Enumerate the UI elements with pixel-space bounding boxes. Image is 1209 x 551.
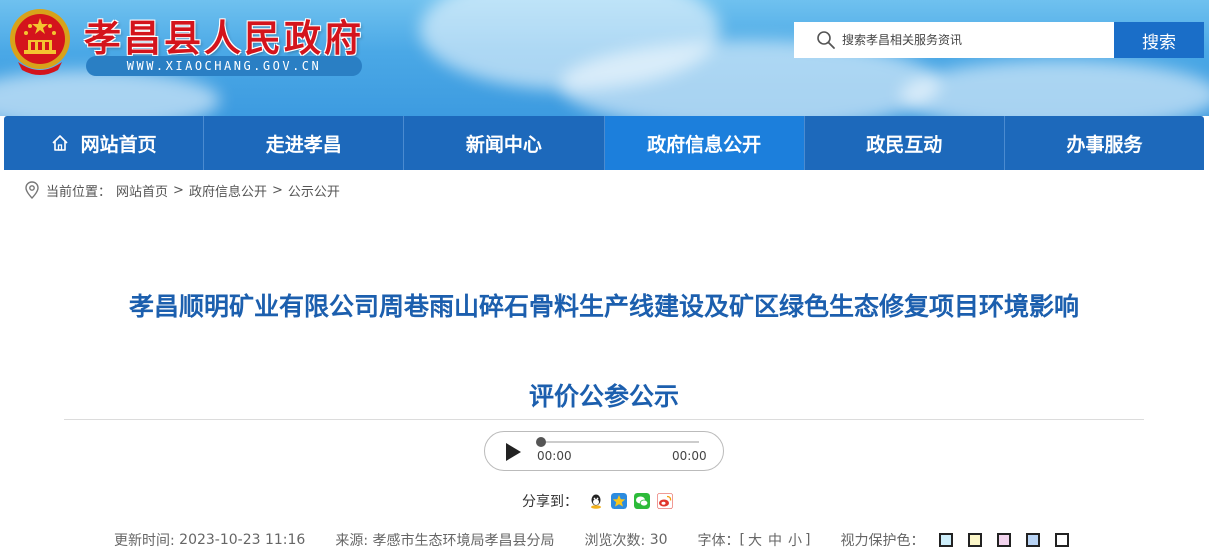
- play-button-icon[interactable]: [503, 442, 523, 462]
- breadcrumb-separator: >: [271, 182, 283, 198]
- nav-item-about[interactable]: 走进孝昌: [204, 116, 405, 170]
- font-size-bracket-close: ]: [804, 532, 811, 548]
- font-size-large[interactable]: 大: [748, 530, 762, 550]
- source-label: 来源:: [335, 533, 369, 549]
- vision-color-swatch[interactable]: [1055, 533, 1070, 547]
- search-input[interactable]: [842, 33, 1102, 47]
- vision-color-swatch[interactable]: [1026, 533, 1041, 547]
- national-emblem-icon: [10, 9, 70, 75]
- nav-item-label: 政府信息公开: [647, 133, 762, 156]
- nav-item-label: 政民互动: [866, 133, 943, 156]
- vision-color-swatch[interactable]: [968, 533, 983, 547]
- views-label: 浏览次数:: [584, 533, 646, 549]
- breadcrumb-item-notices[interactable]: 公示公开: [288, 181, 340, 200]
- vision-color-label: 视力保护色：: [840, 533, 925, 549]
- updated-value: 2023-10-23 11:16: [179, 532, 306, 548]
- search-icon: [817, 31, 835, 49]
- wechat-icon[interactable]: [634, 493, 650, 509]
- nav-item-label: 走进孝昌: [265, 133, 342, 156]
- audio-player: 00:00 00:00: [484, 431, 724, 471]
- views-value: 30: [649, 532, 668, 548]
- audio-current-time: 00:00: [537, 449, 572, 463]
- site-title[interactable]: 孝昌县人民政府: [84, 8, 364, 62]
- font-size-bracket-open: [: [739, 532, 745, 548]
- breadcrumb-item-home[interactable]: 网站首页: [116, 181, 168, 200]
- audio-progress-track[interactable]: [539, 441, 699, 443]
- nav-item-label: 办事服务: [1066, 133, 1143, 156]
- content-panel: 当前位置： 网站首页 > 政府信息公开 > 公示公开 孝昌顺明矿业有限公司周巷雨…: [4, 170, 1204, 551]
- nav-item-news[interactable]: 新闻中心: [404, 116, 605, 170]
- home-icon: [52, 135, 68, 151]
- vision-color-swatch[interactable]: [939, 533, 954, 547]
- updated-label: 更新时间:: [114, 533, 175, 549]
- breadcrumb-item-gov-info[interactable]: 政府信息公开: [189, 181, 267, 200]
- share-label: 分享到：: [522, 494, 578, 510]
- font-size-label: 字体：: [697, 533, 740, 549]
- breadcrumb-separator: >: [173, 182, 184, 198]
- font-size-small[interactable]: 小: [788, 530, 802, 550]
- nav-item-gov-info[interactable]: 政府信息公开: [604, 116, 805, 170]
- nav-item-services[interactable]: 办事服务: [1005, 116, 1204, 170]
- nav-item-home[interactable]: 网站首页: [4, 116, 205, 170]
- breadcrumb: 当前位置： 网站首页 > 政府信息公开 > 公示公开: [24, 180, 345, 200]
- location-pin-icon: [25, 181, 39, 199]
- breadcrumb-prefix: 当前位置：: [46, 184, 112, 200]
- audio-total-time: 00:00: [672, 449, 707, 463]
- weibo-icon[interactable]: [657, 493, 673, 509]
- title-divider: [64, 419, 1144, 420]
- main-nav: 网站首页 走进孝昌 新闻中心 政府信息公开 政民互动 办事服务: [4, 116, 1204, 170]
- search-box: [794, 22, 1115, 58]
- nav-item-label: 新闻中心: [465, 133, 542, 156]
- site-url: WWW.XIAOCHANG.GOV.CN: [86, 56, 362, 76]
- qq-icon[interactable]: [588, 493, 604, 509]
- share-bar: 分享到：: [522, 490, 680, 512]
- nav-item-interaction[interactable]: 政民互动: [805, 116, 1005, 170]
- article-meta: 更新时间: 2023-10-23 11:16 来源: 孝感市生态环境局孝昌县分局…: [114, 530, 1070, 550]
- article-title-line-1: 孝昌顺明矿业有限公司周巷雨山碎石骨料生产线建设及矿区绿色生态修复项目环境影响: [128, 292, 1079, 321]
- header-banner: 孝昌县人民政府 WWW.XIAOCHANG.GOV.CN: [0, 0, 1209, 116]
- article-title-line-2: 评价公参公示: [528, 382, 679, 411]
- qzone-icon[interactable]: [611, 493, 627, 509]
- font-size-medium[interactable]: 中: [768, 530, 782, 550]
- vision-color-swatch[interactable]: [997, 533, 1012, 547]
- search-button[interactable]: 搜索: [1114, 22, 1204, 58]
- source-value: 孝感市生态环境局孝昌县分局: [372, 533, 555, 549]
- nav-item-label: 网站首页: [80, 133, 157, 156]
- article-title: 孝昌顺明矿业有限公司周巷雨山碎石骨料生产线建设及矿区绿色生态修复项目环境影响 评…: [44, 262, 1164, 442]
- audio-progress-thumb[interactable]: [536, 437, 546, 447]
